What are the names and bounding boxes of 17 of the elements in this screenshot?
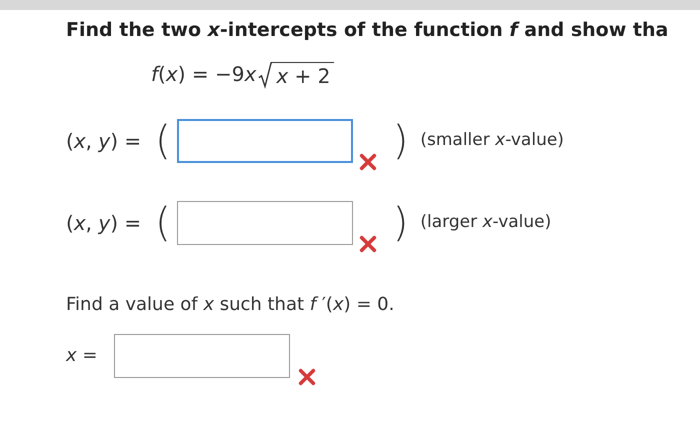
- open-parenthesis: (: [155, 202, 171, 242]
- question-text: Find the two x-intercepts of the function f and show tha: [66, 18, 670, 43]
- answer-box[interactable]: [114, 334, 290, 378]
- open-parenthesis: (: [155, 120, 171, 160]
- answer-box[interactable]: [176, 118, 353, 162]
- radical-sign-icon: [258, 60, 272, 88]
- radicand-text: x + 2: [272, 62, 334, 88]
- answer-box[interactable]: [176, 200, 353, 244]
- close-parenthesis: ): [392, 202, 408, 242]
- equation-label: (x, y) =: [66, 128, 142, 154]
- question-text: Find a value of x such that f ′(x) = 0.: [66, 292, 396, 316]
- close-parenthesis: ): [392, 120, 408, 160]
- equation-label: (x, y) =: [66, 210, 142, 236]
- equation-label: x =: [66, 344, 98, 368]
- hint-text: (larger x-value): [420, 210, 552, 234]
- formula-text: f(x) = −9x: [151, 60, 256, 88]
- hint-text: (smaller x-value): [420, 128, 564, 152]
